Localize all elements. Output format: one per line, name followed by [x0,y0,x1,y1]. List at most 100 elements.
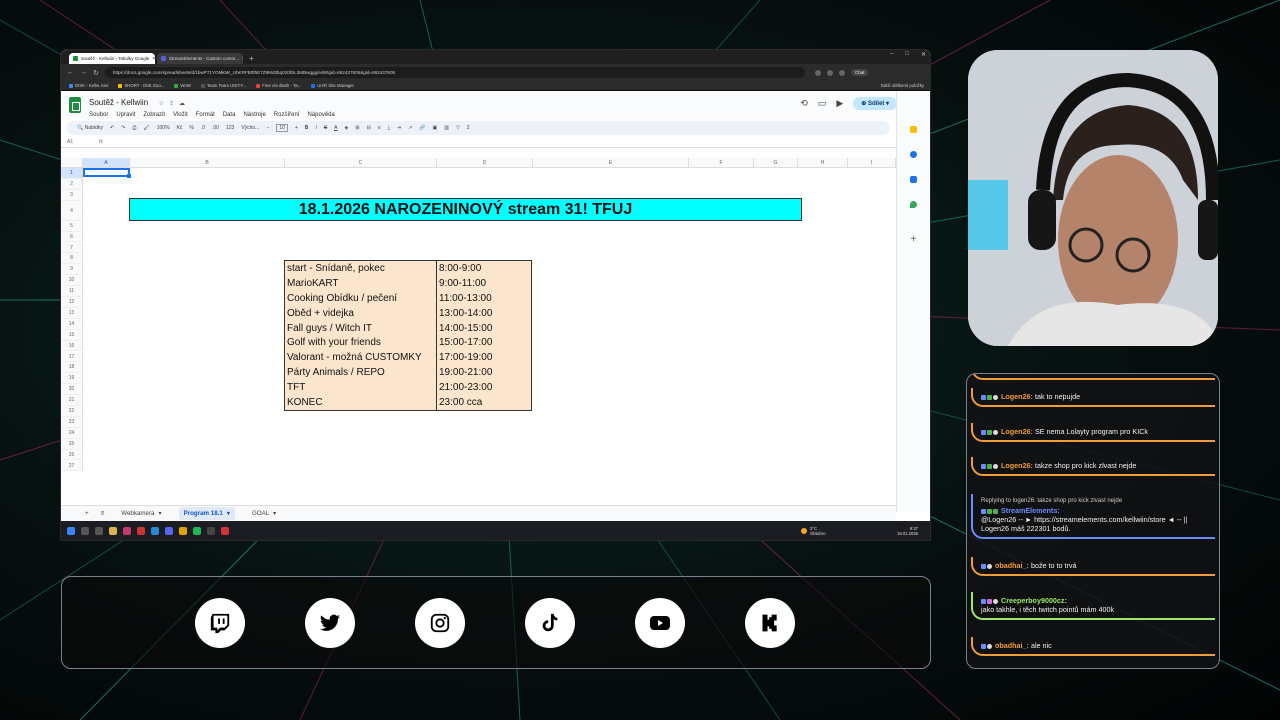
menu-help[interactable]: Nápověda [307,112,334,118]
url-field[interactable]: https://docs.google.com/spreadsheets/d/1… [104,67,805,78]
move-folder-icon[interactable]: ⇪ [169,100,174,107]
row-header[interactable]: 13 [61,307,83,319]
keep-icon[interactable] [910,126,917,133]
close-tab-icon[interactable]: × [242,56,243,62]
row-header[interactable]: 17 [61,351,83,363]
menu-edit[interactable]: Upravit [116,112,135,118]
row-header[interactable]: 11 [61,286,83,297]
search-menus[interactable]: 🔍 Nabídky [77,125,103,131]
fill-color-icon[interactable]: ◈ [345,125,349,131]
row-header[interactable]: 16 [61,340,83,352]
obs-icon[interactable] [207,526,215,535]
stream-banner-cell[interactable]: 18.1.2026 NAROZENINOVÝ stream 31! TFUJ [129,198,802,221]
menu-data[interactable]: Data [223,112,236,118]
borders-icon[interactable]: ⊞ [355,125,359,131]
row-header[interactable]: 24 [61,427,83,439]
print-icon[interactable]: ⎙ [132,125,136,131]
minimize-icon[interactable]: – [890,51,893,58]
meet-icon[interactable]: ▶ [836,98,843,109]
sheet-tab-webkamera[interactable]: Webkamera ▾ [116,507,166,520]
row-header[interactable]: 22 [61,406,83,417]
row-header[interactable]: 21 [61,395,83,406]
row-header[interactable]: 23 [61,416,83,428]
all-sheets-icon[interactable]: ≡ [101,510,105,517]
schedule-row[interactable]: MarioKART 9:00-11:00 [285,275,531,291]
schedule-row[interactable]: TFT 21:00-23:00 [285,380,531,396]
schedule-row[interactable]: Valorant - možná CUSTOMKY 17:00-19:00 [285,350,531,366]
chat-username[interactable]: obadhai_: [995,641,1029,650]
paint-format-icon[interactable]: 🖌 [143,125,149,131]
instagram-button[interactable] [415,598,465,648]
app-icon[interactable] [179,526,187,535]
schedule-row[interactable]: Oběd + videjka 13:00-14:00 [285,305,531,321]
app-icon[interactable] [137,526,145,535]
kick-button[interactable] [745,598,795,648]
row-header[interactable]: 5 [61,220,83,232]
italic-icon[interactable]: I [315,125,316,131]
schedule-row[interactable]: Párty Animals / REPO 19:00-21:00 [285,365,531,381]
functions-icon[interactable]: Σ [467,125,470,131]
new-tab-icon[interactable]: + [245,53,258,64]
reload-icon[interactable]: ↻ [93,69,99,77]
chat-username[interactable]: Logen26: [1001,392,1033,401]
link-icon[interactable]: 🔗 [419,125,425,131]
chat-username[interactable]: Logen26: [1001,427,1033,436]
comments-icon[interactable]: ▭ [818,98,827,109]
row-header[interactable]: 6 [61,231,83,243]
start-icon[interactable] [67,526,75,535]
menu-insert[interactable]: Vložit [173,112,188,118]
chat-username[interactable]: StreamElements: [1001,506,1060,515]
sheet-tab-goal[interactable]: GOAL ▾ [247,507,281,520]
font-size-decrease-icon[interactable]: − [266,125,269,131]
chart-icon[interactable]: ▥ [444,125,449,131]
undo-icon[interactable]: ↶ [110,125,114,131]
row-header[interactable]: 10 [61,275,83,287]
menu-format[interactable]: Formát [196,112,215,118]
align-icon[interactable]: ≡ [378,125,381,131]
tab-streamelements[interactable]: StreamElements - Custom comm... × [157,53,243,64]
search-icon[interactable] [81,526,89,535]
row-header[interactable]: 20 [61,384,83,396]
schedule-row[interactable]: Fall guys / Witch IT 14:00-15:00 [285,320,531,336]
tab-sheets[interactable]: Soutěž - Kellwiin - Tabulky Google × [69,53,155,64]
close-window-icon[interactable]: ✕ [921,51,926,58]
row-header[interactable]: 19 [61,373,83,385]
schedule-row[interactable]: Golf with your friends 15:00-17:00 [285,335,531,351]
edge-icon[interactable] [151,526,159,535]
font-size-increase-icon[interactable]: + [295,125,298,131]
bold-icon[interactable]: B [305,125,309,131]
row-header[interactable]: 3 [61,189,83,201]
row-header[interactable]: 1 [61,168,83,179]
row-header[interactable]: 8 [61,253,83,265]
chat-username[interactable]: Logen26: [1001,461,1033,470]
twitter-button[interactable] [305,598,355,648]
bookmark-item[interactable]: UniFi Site Manager [311,83,354,88]
history-icon[interactable]: ⟲ [800,98,808,109]
spotify-icon[interactable] [193,526,201,535]
youtube-button[interactable] [635,598,685,648]
maps-icon[interactable] [910,201,917,208]
rotate-icon[interactable]: ↗ [408,125,412,131]
spreadsheet-grid[interactable]: A B C D E F G H I 1 2 3 4 5 6 7 8 9 10 11 12 13 14 15 1… [61,158,896,504]
schedule-row[interactable]: KONEC 23:00 cca [285,395,531,410]
cloud-status-icon[interactable]: ☁ [179,100,185,107]
file-explorer-icon[interactable] [109,526,117,535]
bookmark-item[interactable]: DISK - Kellw. Kiei [69,83,108,88]
row-header[interactable]: 7 [61,242,83,254]
filter-icon[interactable]: ▽ [456,125,460,131]
tasks-icon[interactable] [910,151,917,158]
row-header[interactable]: 15 [61,329,83,341]
menu-tools[interactable]: Nástroje [243,112,265,118]
twitch-button[interactable] [195,598,245,648]
profile-icon[interactable] [838,69,845,76]
chat-username[interactable]: Creeperboy9000cz: [1001,596,1067,605]
column-header[interactable]: H [798,158,848,168]
schedule-row[interactable]: Cooking Obídku / pečení 11:00-13:00 [285,290,531,306]
weather-widget[interactable]: 3°C Oblačno [801,526,826,536]
name-box[interactable]: A1 [67,139,73,145]
app-icon[interactable] [221,526,229,535]
currency-format[interactable]: Kč [177,125,183,131]
selected-cell[interactable] [83,168,131,178]
number-format[interactable]: 123 [226,125,234,131]
share-button[interactable]: ⊕ Sdílet ▾ [853,97,897,110]
